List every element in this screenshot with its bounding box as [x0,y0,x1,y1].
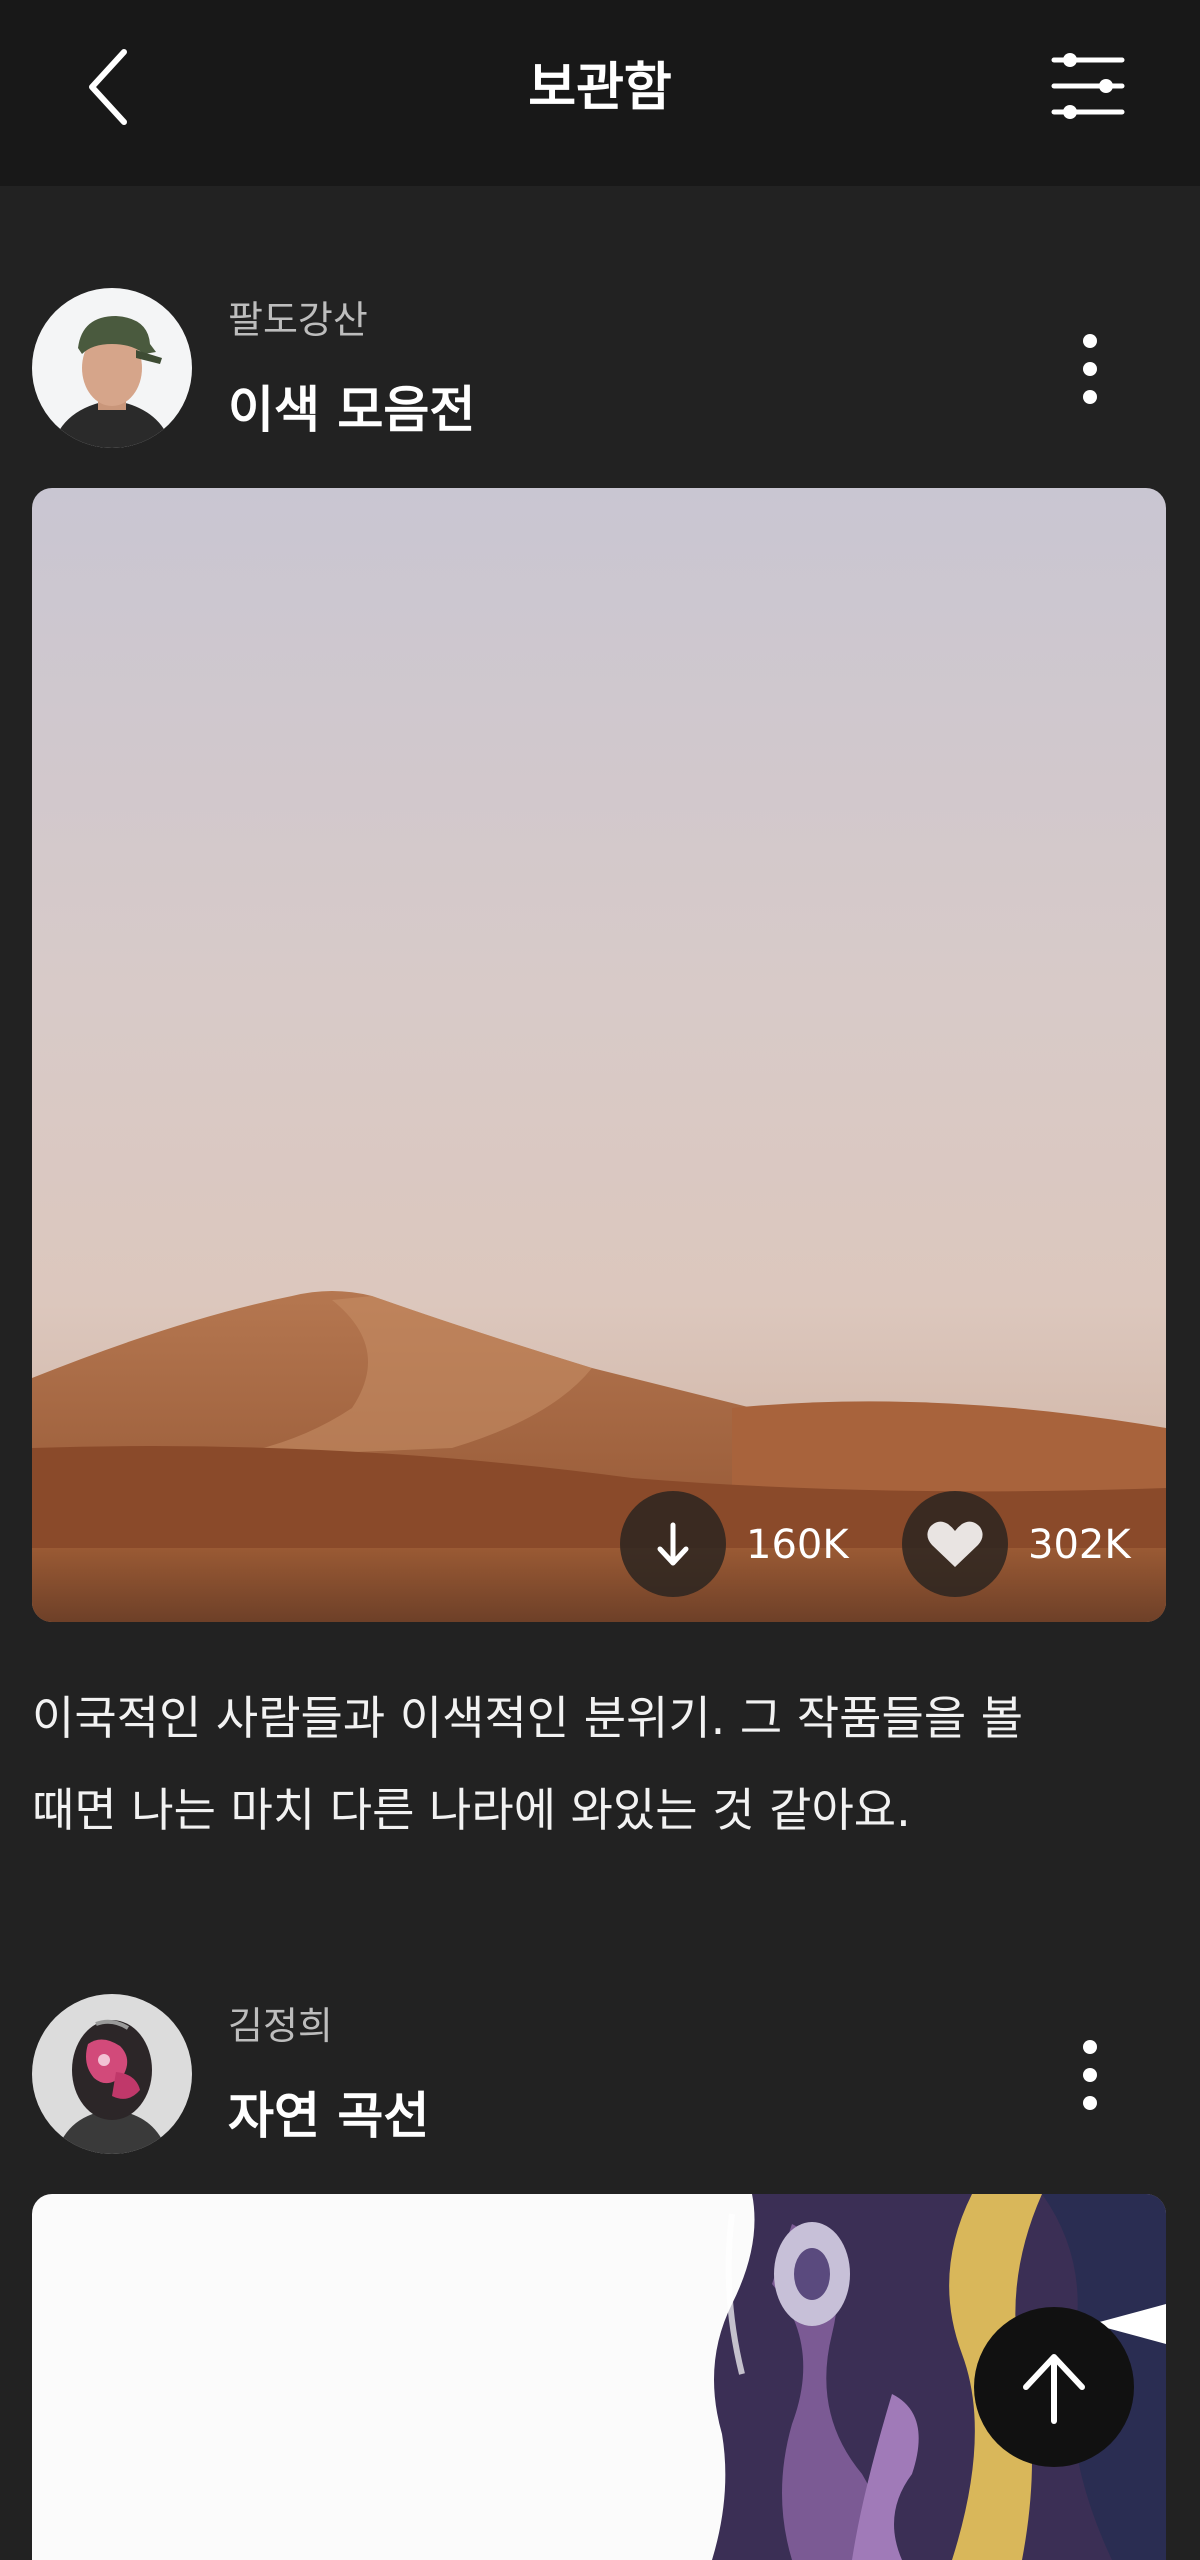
post-title[interactable]: 이색 모음전 [228,380,475,440]
sliders-icon [1051,53,1125,119]
scroll-to-top-button[interactable] [974,2307,1134,2467]
top-app-bar: 보관함 [0,0,1200,186]
like-button[interactable] [902,1491,1008,1597]
post-caption: 이국적인 사람들과 이색적인 분위기. 그 작품들을 볼 때면 나는 마치 다른… [32,1672,1172,1856]
heart-icon [927,1521,983,1567]
avatar[interactable] [32,288,192,448]
more-options-button[interactable] [1070,2036,1110,2116]
author-name[interactable]: 팔도강산 [228,297,368,343]
more-vertical-icon [1083,334,1097,348]
like-count: 302K [1028,1522,1131,1568]
page-title: 보관함 [528,58,672,118]
download-icon [657,1522,689,1566]
post-title[interactable]: 자연 곡선 [228,2086,429,2146]
arrow-up-icon [1023,2354,1085,2424]
post-image[interactable]: 160K 302K [32,488,1166,1622]
download-button[interactable] [620,1491,726,1597]
download-count: 160K [746,1522,849,1568]
author-name[interactable]: 김정희 [228,2003,333,2049]
avatar[interactable] [32,1994,192,2154]
more-options-button[interactable] [1070,330,1110,410]
caption-line: 때면 나는 마치 다른 나라에 와있는 것 같아요. [32,1783,911,1837]
desert-dune-image [32,488,1166,1622]
caption-line: 이국적인 사람들과 이색적인 분위기. 그 작품들을 볼 [32,1691,1024,1745]
more-vertical-icon [1083,2040,1097,2054]
filter-button[interactable] [1050,48,1126,124]
